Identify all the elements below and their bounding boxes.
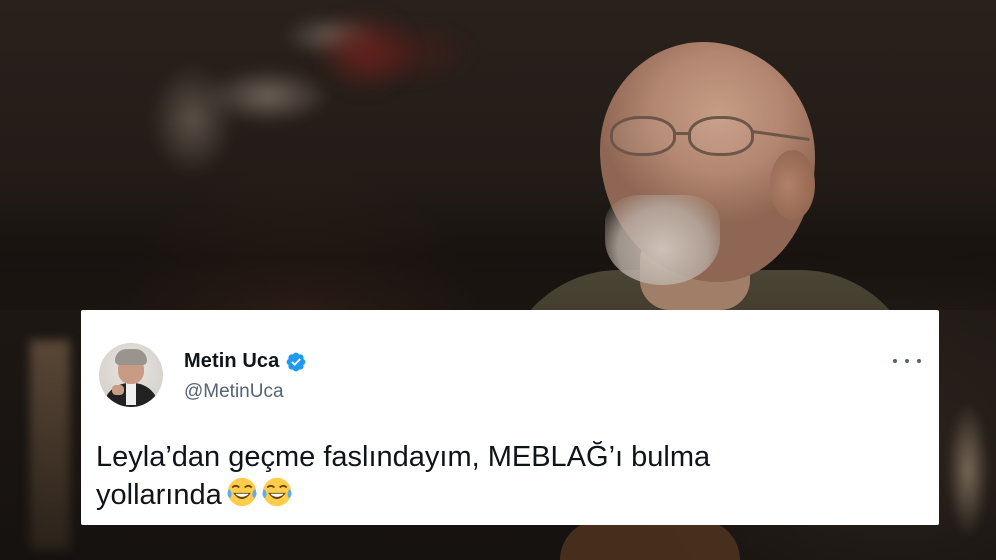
emoji-group [226, 476, 296, 518]
man-beard [605, 195, 720, 285]
glasses [600, 108, 810, 168]
tweet-text-line2: yollarında [96, 479, 222, 511]
guitar [560, 520, 740, 560]
tweet-text: Leyla’dan geçme faslındayım, MEBLAĞ’ı bu… [96, 438, 916, 518]
more-options-icon[interactable] [893, 352, 921, 370]
verified-badge-icon [286, 352, 306, 371]
tweet-text-line1: Leyla’dan geçme faslındayım, MEBLAĞ’ı bu… [96, 441, 711, 473]
author-name-row: Metin Uca [184, 350, 307, 373]
display-name[interactable]: Metin Uca [184, 350, 279, 373]
user-handle[interactable]: @MetinUca [184, 381, 284, 403]
tweet-card: Metin Uca @MetinUca Leyla’dan geçme fasl… [81, 310, 939, 525]
tears-of-joy-emoji-icon [262, 477, 292, 507]
tears-of-joy-emoji-icon [227, 477, 257, 507]
avatar[interactable] [99, 343, 163, 407]
